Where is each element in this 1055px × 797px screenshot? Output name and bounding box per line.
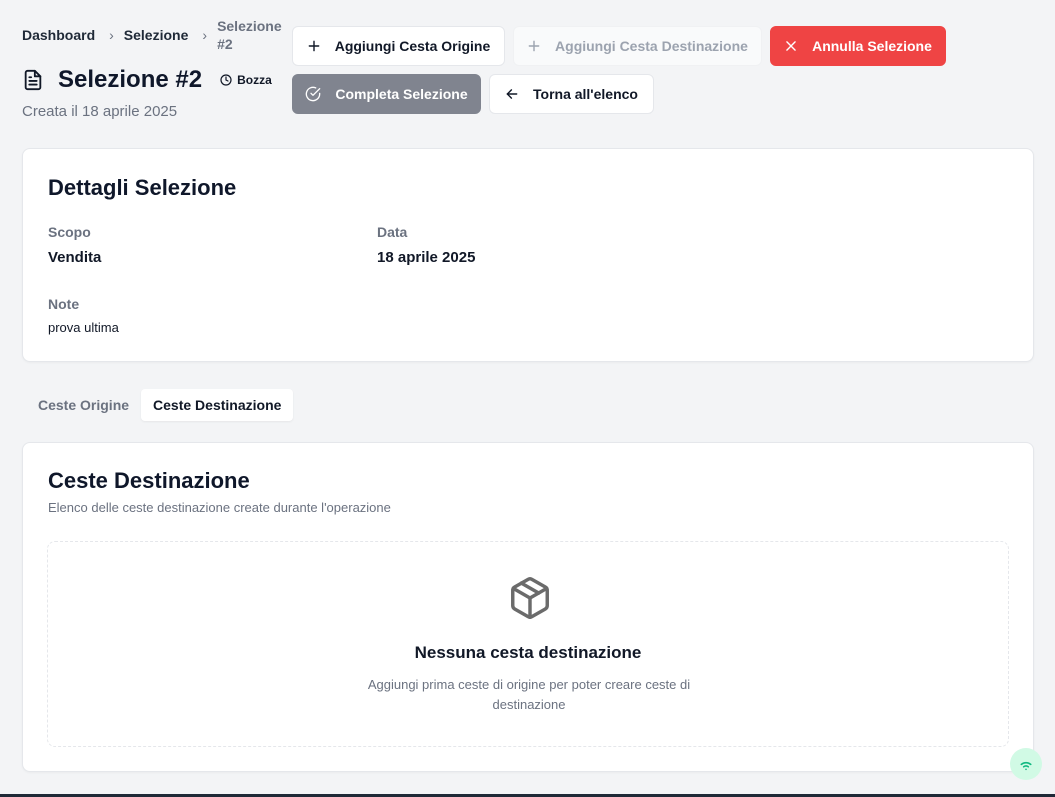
arrow-left-icon <box>506 89 518 99</box>
cancel-selection-label: Annulla Selezione <box>812 38 932 54</box>
empty-state: Nessuna cesta destinazione Aggiungi prim… <box>47 541 1009 747</box>
chevron-right-icon: › <box>109 27 114 43</box>
date-label: Data <box>377 224 408 240</box>
page-header: Selezione #2 Bozza <box>22 66 272 94</box>
status-label: Bozza <box>237 73 272 87</box>
created-date: Creata il 18 aprile 2025 <box>22 103 178 120</box>
status-badge: Bozza <box>220 73 272 87</box>
back-to-list-label: Torna all'elenco <box>533 86 638 102</box>
tab-destination-baskets[interactable]: Ceste Destinazione <box>141 389 294 421</box>
empty-state-text: Aggiungi prima ceste di origine per pote… <box>367 677 691 712</box>
selection-details-card: Dettagli Selezione Scopo Vendita Data 18… <box>22 148 1034 362</box>
complete-selection-button[interactable]: Completa Selezione <box>292 74 481 114</box>
check-circle-icon <box>306 86 321 102</box>
breadcrumb-dashboard[interactable]: Dashboard <box>22 17 95 53</box>
file-text-icon <box>24 69 42 91</box>
add-destination-label: Aggiungi Cesta Destinazione <box>555 38 748 54</box>
scope-label: Scopo <box>48 224 91 240</box>
back-to-list-button[interactable]: Torna all'elenco <box>489 74 654 114</box>
breadcrumb-current: Selezione #2 <box>217 18 282 52</box>
date-value: 18 aprile 2025 <box>377 249 476 266</box>
clock-icon <box>220 74 232 86</box>
note-label: Note <box>48 296 80 312</box>
tab-origin-baskets[interactable]: Ceste Origine <box>26 389 141 421</box>
chevron-right-icon: › <box>202 27 208 43</box>
complete-selection-label: Completa Selezione <box>335 86 468 102</box>
empty-state-title: Nessuna cesta destinazione <box>414 643 642 662</box>
add-origin-basket-button[interactable]: Aggiungi Cesta Origine <box>292 26 505 66</box>
connection-status[interactable] <box>1010 748 1042 780</box>
plus-icon <box>528 40 540 52</box>
add-destination-basket-button[interactable]: Aggiungi Cesta Destinazione <box>513 26 762 66</box>
breadcrumb-selezione[interactable]: Selezione <box>124 17 189 53</box>
plus-icon <box>308 40 320 52</box>
destination-baskets-card: Ceste Destinazione Elenco delle ceste de… <box>22 442 1034 772</box>
destination-title: Ceste Destinazione <box>48 468 250 493</box>
x-icon <box>786 41 796 51</box>
page-title: Selezione #2 <box>58 66 203 93</box>
scope-value: Vendita <box>48 249 102 266</box>
cancel-selection-button[interactable]: Annulla Selezione <box>770 26 946 66</box>
add-origin-label: Aggiungi Cesta Origine <box>334 38 491 54</box>
note-value: prova ultima <box>48 320 119 335</box>
details-title: Dettagli Selezione <box>48 175 237 200</box>
destination-description: Elenco delle ceste destinazione create d… <box>48 500 391 515</box>
package-icon <box>511 577 549 620</box>
basket-tabs: Ceste Origine Ceste Destinazione <box>26 389 294 423</box>
wifi-icon <box>1020 761 1032 771</box>
breadcrumb: Dashboard › Selezione › Selezione #2 <box>22 17 282 53</box>
